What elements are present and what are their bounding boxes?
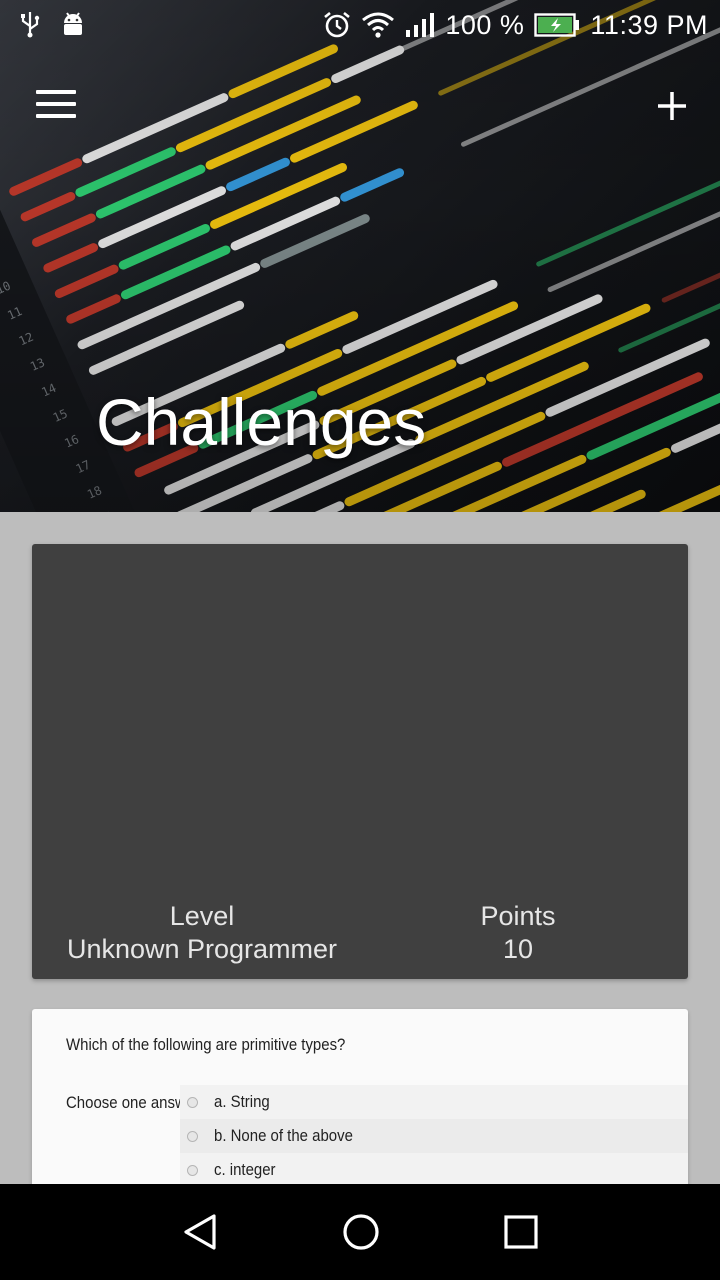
radio-button[interactable] [187,1096,198,1108]
clock: 11:39 PM [590,9,708,40]
points-label: Points [480,901,556,931]
navigation-bar [0,1184,720,1280]
answer-list: a. String b. None of the above c. intege… [180,1085,688,1187]
plus-icon[interactable] [652,86,692,126]
level-value: Unknown Programmer [66,934,338,964]
answer-label: b. None of the above [214,1126,353,1145]
battery-percentage: 100 % [445,9,525,40]
back-icon[interactable] [178,1210,222,1254]
answer-label: c. integer [214,1160,276,1179]
page-title: Challenges [96,385,427,459]
level-label: Level [169,901,235,931]
signal-icon [406,13,435,37]
level-stat: Level Unknown Programmer [32,900,372,966]
radio-button[interactable] [187,1164,198,1176]
answer-label: a. String [214,1092,270,1111]
question-text: Which of the following are primitive typ… [66,1035,346,1054]
recents-icon[interactable] [499,1210,543,1254]
points-stat: Points 10 [348,900,688,966]
wifi-icon [362,12,395,38]
home-icon[interactable] [339,1210,383,1254]
menu-icon[interactable] [36,90,76,120]
radio-button[interactable] [187,1130,198,1142]
answer-option[interactable]: a. String [180,1085,688,1119]
status-bar: 100 % 11:39 PM [0,0,720,50]
stats-card: Level Unknown Programmer Points 10 [32,544,688,979]
android-debug-icon [64,12,82,35]
alarm-icon [324,11,351,38]
answer-option[interactable]: c. integer [180,1153,688,1187]
points-value: 10 [502,934,534,964]
usb-icon [21,12,40,38]
answer-option[interactable]: b. None of the above [180,1119,688,1153]
header-image: 789 101112 131415 161718 192021 [0,0,720,512]
battery-charging-icon [534,13,580,37]
